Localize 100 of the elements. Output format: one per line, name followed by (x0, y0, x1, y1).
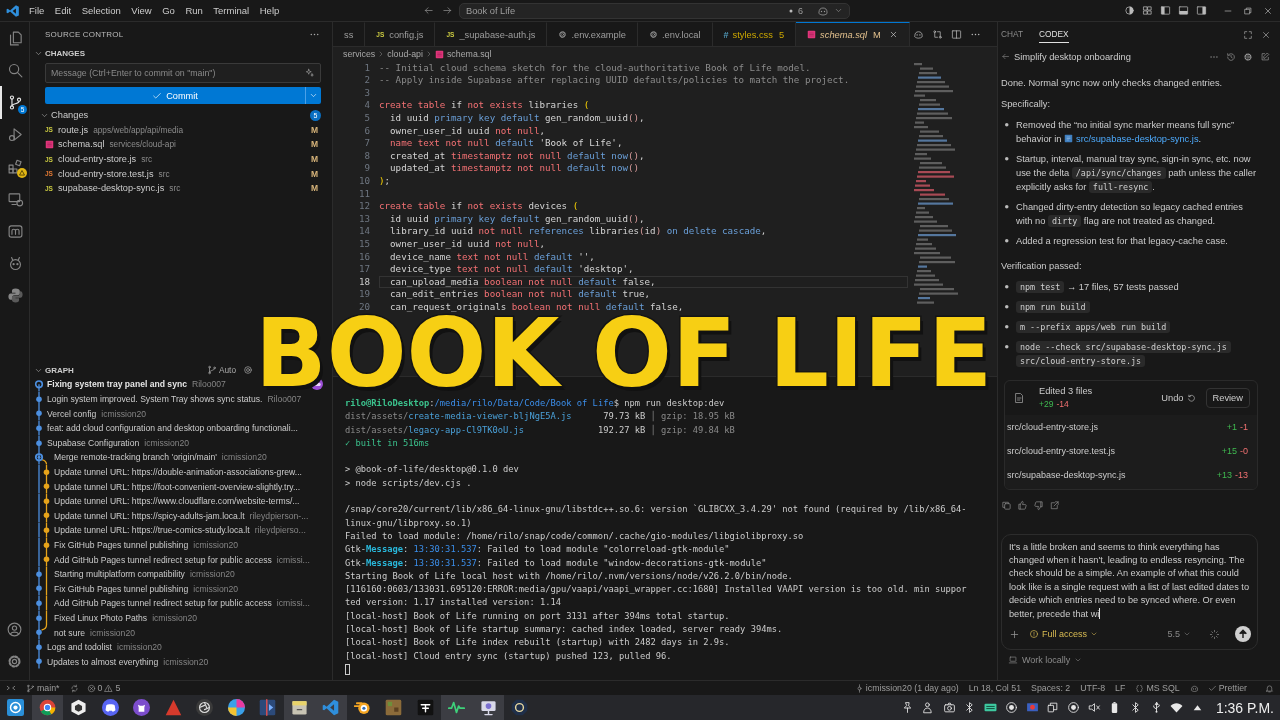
file-name[interactable]: cloud-entry-store.test.js (58, 168, 154, 179)
breadcrumb-item[interactable]: schema.sql (446, 49, 492, 59)
commit-message[interactable]: Update tunnel URL: https://spicy-adults-jam.loca.lt (54, 510, 245, 521)
compare-icon[interactable] (932, 28, 943, 40)
blame-indicator[interactable]: icmission20 (1 day ago) (854, 683, 959, 693)
panel-tab[interactable]: CODEX (1039, 26, 1069, 43)
sparkle-icon[interactable] (305, 68, 315, 78)
commit-button[interactable]: Commit (45, 87, 305, 104)
close-icon[interactable] (888, 30, 898, 39)
layout-grid-icon[interactable] (1142, 5, 1153, 16)
taskbar-app[interactable] (472, 695, 504, 720)
close-icon[interactable] (1261, 29, 1271, 40)
commit-message[interactable]: Merge remote-tracking branch 'origin/main' (54, 452, 217, 463)
right-sidebar-icon[interactable] (1196, 5, 1207, 16)
windows-stack-icon[interactable] (1046, 701, 1060, 714)
thumbs-up-icon[interactable] (1017, 500, 1028, 511)
copilot-icon[interactable] (913, 28, 924, 40)
encoding[interactable]: UTF-8 (1080, 683, 1106, 693)
commit-message[interactable]: Fix GitHub Pages tunnel publishing (54, 539, 189, 550)
editor-tab[interactable]: schema.sql M (796, 22, 910, 46)
file-name[interactable]: supabase-desktop-sync.js (58, 183, 165, 194)
account-icon[interactable] (6, 621, 23, 639)
copilot-icon[interactable] (817, 4, 829, 17)
access-dropdown[interactable]: Full access (1029, 629, 1098, 639)
camera-icon[interactable] (942, 701, 956, 714)
file-name[interactable]: route.js (58, 124, 89, 135)
formatter-indicator[interactable]: Prettier (1207, 683, 1247, 693)
commit-message[interactable]: Update tunnel URL: https://true-comics-study.loca.lt (54, 525, 250, 536)
close-icon[interactable] (1263, 5, 1273, 16)
commit-message[interactable]: Fixed Linux Photo Paths (54, 612, 148, 623)
commit-message[interactable]: Update tunnel URL: https://double-animation-associations-grew... (54, 467, 302, 477)
bottom-panel-icon[interactable] (1178, 5, 1189, 16)
editor-tab[interactable]: .env.local (638, 22, 713, 46)
commit-message[interactable]: Fixing system tray panel and sync (47, 379, 187, 390)
undo-button[interactable]: Undo (1161, 391, 1196, 405)
taskbar-app[interactable] (283, 695, 315, 720)
record-icon[interactable] (1066, 701, 1080, 714)
back-arrow-icon[interactable] (1001, 52, 1010, 61)
commit-message[interactable]: Updates to almost everything (47, 656, 159, 667)
section-title[interactable]: GRAPH (45, 365, 74, 375)
prompt-field[interactable]: It's a little broken and seems to think everything has changed when it hasn't, leading to endless resyncing. The check should be a simple. An example of what this could look like is a single request with a list of last edited dates to decide which entries need to be synced where. Or even better, precede that wi (1009, 540, 1251, 621)
commit-message[interactable]: feat: add cloud configuration and desktop onboarding functionali... (47, 423, 298, 434)
file-path[interactable]: src/cloud-entry-store.js (1007, 420, 1099, 434)
screen-icon[interactable] (1025, 701, 1039, 714)
section-title[interactable]: CHANGES (45, 48, 85, 58)
new-chat-icon[interactable] (1260, 51, 1270, 62)
sync-icon[interactable] (69, 683, 79, 693)
indentation[interactable]: Spaces: 2 (1031, 683, 1071, 693)
location-dropdown[interactable]: Work locally (1008, 655, 1083, 665)
back-arrow-icon[interactable] (423, 5, 434, 16)
maximize-icon[interactable] (1243, 29, 1253, 40)
commit-message[interactable]: Add GitHub Pages tunnel redirect setup for public access (54, 554, 272, 565)
auto-mode-button[interactable]: Auto (206, 365, 236, 376)
breadcrumb-item[interactable]: cloud-api (387, 49, 423, 59)
clock[interactable]: 1:36 P.M. (1215, 699, 1274, 716)
commit-message[interactable]: Update tunnel URL: https://foot-convenient-overview-slightly.try... (54, 481, 301, 492)
menu-item[interactable]: Selection (81, 5, 121, 16)
file-path[interactable]: src/cloud-entry-store.test.js (1007, 444, 1116, 458)
commit-message[interactable]: Update tunnel URL: https://www.cloudflare.com/website-terms/... (54, 496, 300, 507)
history-icon[interactable] (1226, 51, 1236, 62)
editor-tab[interactable]: .env.example (547, 22, 638, 46)
taskbar-app[interactable] (31, 695, 63, 720)
plus-icon[interactable] (1009, 628, 1020, 640)
commit-message[interactable]: Fix GitHub Pages tunnel publishing (54, 583, 189, 594)
split-editor-icon[interactable] (951, 28, 962, 40)
command-center[interactable]: Book of Life 6 (459, 2, 850, 19)
cursor-position[interactable]: Ln 18, Col 51 (968, 683, 1022, 693)
forward-arrow-icon[interactable] (442, 5, 453, 16)
remote-icon[interactable] (6, 683, 16, 693)
keyboard-icon[interactable] (984, 701, 998, 714)
target-icon[interactable] (243, 365, 253, 376)
commit-message[interactable]: not sure (54, 627, 86, 638)
settings-icon[interactable] (1243, 51, 1253, 62)
menu-item[interactable]: Terminal (213, 5, 250, 16)
commit-message[interactable]: Supabase Configuration (47, 437, 140, 448)
send-button[interactable] (1235, 626, 1251, 642)
menu-item[interactable]: Help (259, 5, 280, 16)
chevron-down-icon[interactable] (834, 6, 843, 15)
file-path[interactable]: src/supabase-desktop-sync.js (1007, 468, 1126, 482)
share-icon[interactable] (1049, 500, 1060, 511)
review-button[interactable]: Review (1205, 388, 1250, 408)
line-ending[interactable]: LF (1115, 683, 1126, 693)
branch-indicator[interactable]: main* (26, 683, 60, 693)
copilot-icon[interactable] (1189, 683, 1199, 693)
commit-message[interactable]: Vercel config (47, 408, 97, 419)
language-mode[interactable]: MS SQL (1135, 683, 1180, 693)
file-link[interactable]: src/supabase-desktop-sync.js (1064, 134, 1199, 144)
file-name[interactable]: cloud-entry-store.js (58, 154, 137, 165)
menu-item[interactable]: Run (185, 5, 203, 16)
breadcrumb-item[interactable]: services (343, 49, 376, 59)
left-sidebar-icon[interactable] (1160, 5, 1171, 16)
bell-icon[interactable] (1265, 683, 1274, 693)
commit-message-field[interactable]: Message (Ctrl+Enter to commit on "main") (45, 63, 321, 83)
thumbs-down-icon[interactable] (1033, 500, 1044, 511)
menu-item[interactable]: Edit (54, 5, 72, 16)
menu-item[interactable]: File (29, 5, 45, 16)
commit-message[interactable]: Login system improved. System Tray shows sync status. (47, 394, 263, 404)
changes-group-label[interactable]: Changes (51, 110, 89, 121)
model-dropdown[interactable]: 5.5 (1167, 629, 1191, 639)
muted-speaker-icon[interactable] (1087, 701, 1101, 714)
